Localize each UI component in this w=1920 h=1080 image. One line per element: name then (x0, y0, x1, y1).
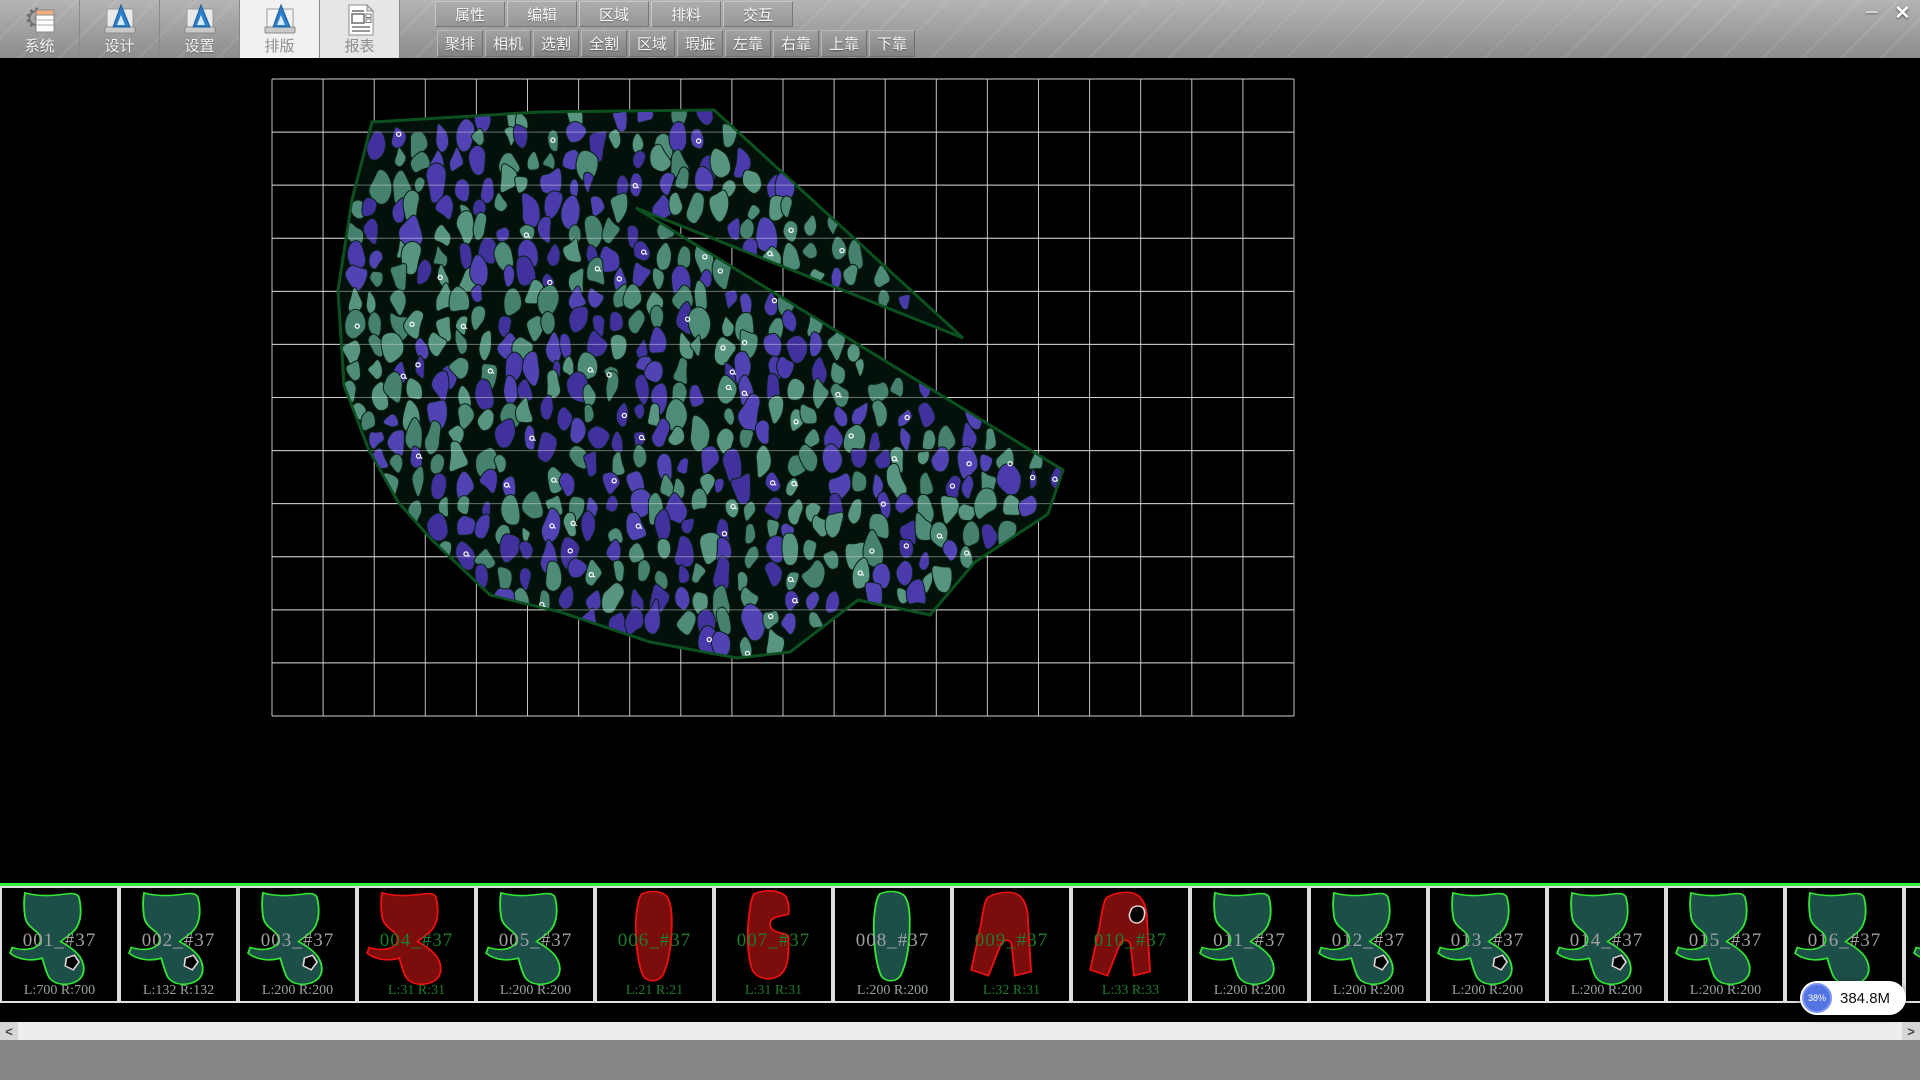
menu-properties[interactable]: 属性 (435, 1, 505, 27)
part-count: L:200 R:200 (478, 983, 593, 999)
part-count: L:200 R:200 (1549, 983, 1664, 999)
tool-align-left[interactable]: 左靠 (725, 30, 771, 57)
tab-settings-label: 设置 (184, 38, 214, 56)
gear-icon: ⚙ (22, 2, 58, 38)
part-id: 011_#37 (1192, 930, 1307, 952)
part-id: 007_#37 (716, 930, 831, 952)
setsquare-icon (262, 2, 298, 38)
part-id: 015_#37 (1668, 930, 1783, 952)
scroll-right-button[interactable]: > (1902, 1022, 1920, 1040)
tool-align-right[interactable]: 右靠 (773, 30, 819, 57)
part-thumbnail[interactable]: 004_#37 L:31 R:31 (357, 886, 476, 1003)
close-button[interactable]: ✕ (1889, 2, 1916, 24)
part-id: 002_#37 (121, 930, 236, 952)
tool-cluster-nest[interactable]: 聚排 (437, 30, 483, 57)
part-id: 016_#37 (1787, 930, 1902, 952)
main-tabs: ⚙ 系统 设 (0, 0, 400, 58)
part-count: L:200 R:200 (1311, 983, 1426, 999)
part-thumbnail[interactable] (1904, 886, 1920, 1003)
part-thumbnail[interactable]: 002_#37 L:132 R:132 (119, 886, 238, 1003)
part-count: L:200 R:200 (835, 983, 950, 999)
part-thumbnail[interactable]: 010_#37 L:33 R:33 (1071, 886, 1190, 1003)
status-bar (0, 1040, 1920, 1080)
window-controls: ─ ✕ (1858, 2, 1916, 24)
part-id: 014_#37 (1549, 930, 1664, 952)
part-count: L:200 R:200 (1668, 983, 1783, 999)
setsquare-icon (182, 2, 218, 38)
toolbar: ⚙ 系统 设 (0, 0, 1920, 59)
part-id: 001_#37 (2, 930, 117, 952)
nesting-canvas[interactable] (0, 58, 1920, 883)
menu-edit[interactable]: 编辑 (507, 1, 577, 27)
tool-select-cut[interactable]: 选割 (533, 30, 579, 57)
tab-report-label: 报表 (344, 38, 374, 56)
part-count: L:31 R:31 (716, 983, 831, 999)
part-thumbnail[interactable]: 009_#37 L:32 R:31 (952, 886, 1071, 1003)
part-thumbnail[interactable]: 006_#37 L:21 R:21 (595, 886, 714, 1003)
memory-usage: 384.8M (1840, 990, 1890, 1007)
tool-align-bottom[interactable]: 下靠 (869, 30, 915, 57)
part-id: 005_#37 (478, 930, 593, 952)
part-count: L:200 R:200 (240, 983, 355, 999)
part-thumbnail[interactable]: 003_#37 L:200 R:200 (238, 886, 357, 1003)
tab-system[interactable]: ⚙ 系统 (0, 0, 80, 58)
tab-design-label: 设计 (104, 38, 134, 56)
scrollbar-track[interactable] (18, 1022, 1902, 1040)
part-count: L:32 R:31 (954, 983, 1069, 999)
tool-cut-all[interactable]: 全割 (581, 30, 627, 57)
part-count: L:21 R:21 (597, 983, 712, 999)
parts-strip: 001_#37 L:700 R:700 002_#37 L:132 R:132 … (0, 883, 1920, 1022)
tool-align-top[interactable]: 上靠 (821, 30, 867, 57)
tool-camera[interactable]: 相机 (485, 30, 531, 57)
tool-region[interactable]: 区域 (629, 30, 675, 57)
part-count: L:132 R:132 (121, 983, 236, 999)
report-icon (342, 2, 378, 38)
part-thumbnail[interactable]: 005_#37 L:200 R:200 (476, 886, 595, 1003)
menu-nest[interactable]: 排料 (651, 1, 721, 27)
minimize-button[interactable]: ─ (1858, 2, 1885, 24)
progress-pill: 38% 384.8M (1800, 981, 1906, 1015)
part-id: 003_#37 (240, 930, 355, 952)
menu-interact[interactable]: 交互 (723, 1, 793, 27)
part-shape (1906, 888, 1920, 1001)
menu-row: 属性 编辑 区域 排料 交互 (435, 1, 795, 28)
part-thumbnail[interactable]: 007_#37 L:31 R:31 (714, 886, 833, 1003)
scroll-left-button[interactable]: < (0, 1022, 18, 1040)
tab-design[interactable]: 设计 (80, 0, 160, 58)
tab-nesting-active[interactable]: 排版 (240, 0, 320, 58)
part-count: L:200 R:200 (1192, 983, 1307, 999)
part-count: L:700 R:700 (2, 983, 117, 999)
menu-region[interactable]: 区域 (579, 1, 649, 27)
tab-system-label: 系统 (24, 38, 54, 56)
nesting-application: ⚙ 系统 设 (0, 0, 1920, 1080)
part-id: 009_#37 (954, 930, 1069, 952)
part-thumbnail[interactable]: 014_#37 L:200 R:200 (1547, 886, 1666, 1003)
part-id: 006_#37 (597, 930, 712, 952)
part-id: 004_#37 (359, 930, 474, 952)
tool-row: 聚排 相机 选割 全割 区域 瑕疵 左靠 右靠 上靠 下靠 (437, 30, 917, 57)
part-id: 012_#37 (1311, 930, 1426, 952)
part-count: L:31 R:31 (359, 983, 474, 999)
tab-settings[interactable]: 设置 (160, 0, 240, 58)
hide-nesting-view (0, 58, 1920, 883)
part-thumbnail[interactable]: 011_#37 L:200 R:200 (1190, 886, 1309, 1003)
part-count: L:33 R:33 (1073, 983, 1188, 999)
tab-report[interactable]: 报表 (320, 0, 400, 58)
part-thumbnail[interactable]: 015_#37 L:200 R:200 (1666, 886, 1785, 1003)
part-thumbnail[interactable]: 008_#37 L:200 R:200 (833, 886, 952, 1003)
setsquare-icon (102, 2, 138, 38)
part-id: 013_#37 (1430, 930, 1545, 952)
part-count: L:200 R:200 (1430, 983, 1545, 999)
tab-nesting-label: 排版 (264, 38, 294, 56)
part-id: 008_#37 (835, 930, 950, 952)
part-thumbnail[interactable]: 001_#37 L:700 R:700 (0, 886, 119, 1003)
part-thumbnail[interactable]: 013_#37 L:200 R:200 (1428, 886, 1547, 1003)
part-id: 010_#37 (1073, 930, 1188, 952)
progress-percent-badge: 38% (1802, 983, 1832, 1013)
tool-defect[interactable]: 瑕疵 (677, 30, 723, 57)
horizontal-scrollbar[interactable]: < > (0, 1022, 1920, 1040)
part-thumbnail[interactable]: 012_#37 L:200 R:200 (1309, 886, 1428, 1003)
